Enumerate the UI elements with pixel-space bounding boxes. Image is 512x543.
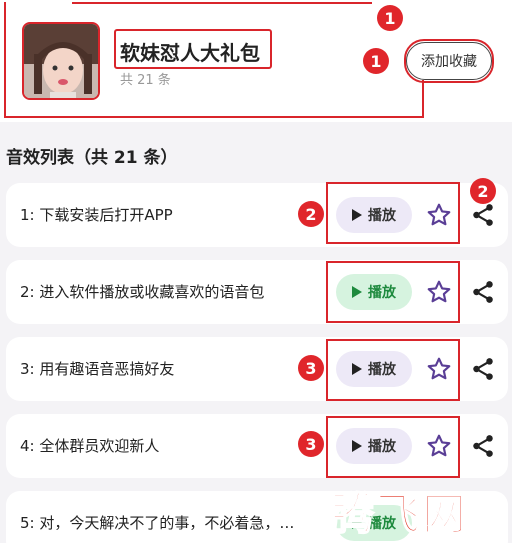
- sound-title: 4: 全体群员欢迎新人: [20, 437, 160, 455]
- pack-count: 共 21 条: [120, 73, 171, 88]
- annotation-badge: 3: [298, 431, 324, 457]
- sound-title: 3: 用有趣语音恶搞好友: [20, 360, 175, 378]
- avatar: [22, 22, 100, 100]
- annotation-badge: 1: [363, 48, 389, 74]
- annotation-box: [326, 261, 460, 323]
- annotation-box: [4, 2, 6, 118]
- annotation-badge: 1: [377, 5, 403, 31]
- annotation-badge: 2: [470, 178, 496, 204]
- annotation-box: [114, 29, 272, 69]
- annotation-box: [326, 416, 460, 478]
- sound-title: 5: 对，今天解决不了的事，不必着急，…: [20, 514, 295, 532]
- annotation-badge: 3: [298, 355, 324, 381]
- share-icon[interactable]: [470, 356, 496, 382]
- annotation-badge: 2: [298, 201, 324, 227]
- sound-title: 2: 进入软件播放或收藏喜欢的语音包: [20, 283, 265, 301]
- annotation-box: [404, 39, 494, 83]
- annotation-line: [4, 116, 424, 118]
- annotation-line: [72, 2, 372, 4]
- share-icon[interactable]: [470, 279, 496, 305]
- annotation-box: [326, 182, 460, 244]
- sound-title: 1: 下载安装后打开APP: [20, 206, 173, 224]
- watermark: 腾飞网: [329, 488, 468, 541]
- annotation-line: [422, 80, 424, 118]
- annotation-box: [326, 339, 460, 401]
- share-icon[interactable]: [470, 202, 496, 228]
- section-title: 音效列表（共 21 条）: [6, 148, 178, 168]
- share-icon[interactable]: [470, 433, 496, 459]
